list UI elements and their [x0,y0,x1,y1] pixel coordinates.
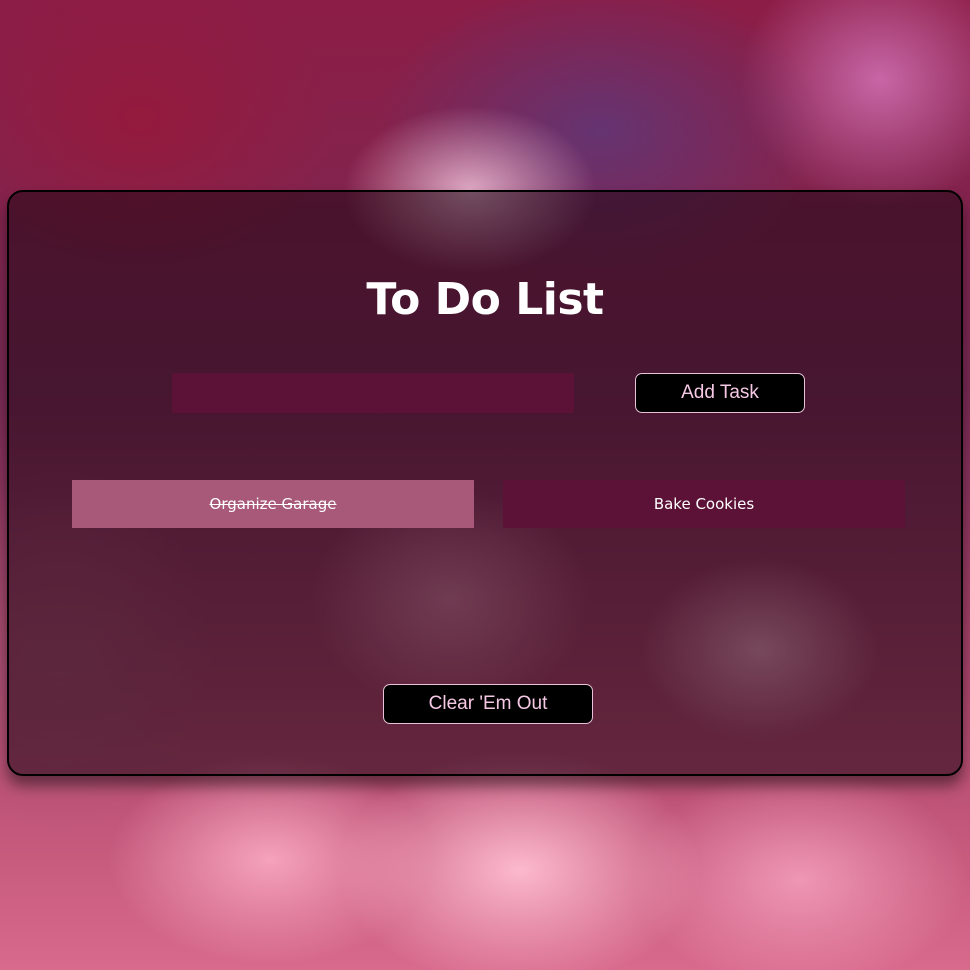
add-task-button[interactable]: Add Task [635,373,805,413]
page-title: To Do List [366,274,604,325]
clear-tasks-button[interactable]: Clear 'Em Out [383,684,593,724]
task-item-bake-cookies[interactable]: Bake Cookies [503,480,905,528]
task-input[interactable] [172,373,574,413]
task-item-organize-garage[interactable]: Organize Garage [72,480,474,528]
todo-card: To Do List Add Task Organize Garage Bake… [7,190,963,776]
